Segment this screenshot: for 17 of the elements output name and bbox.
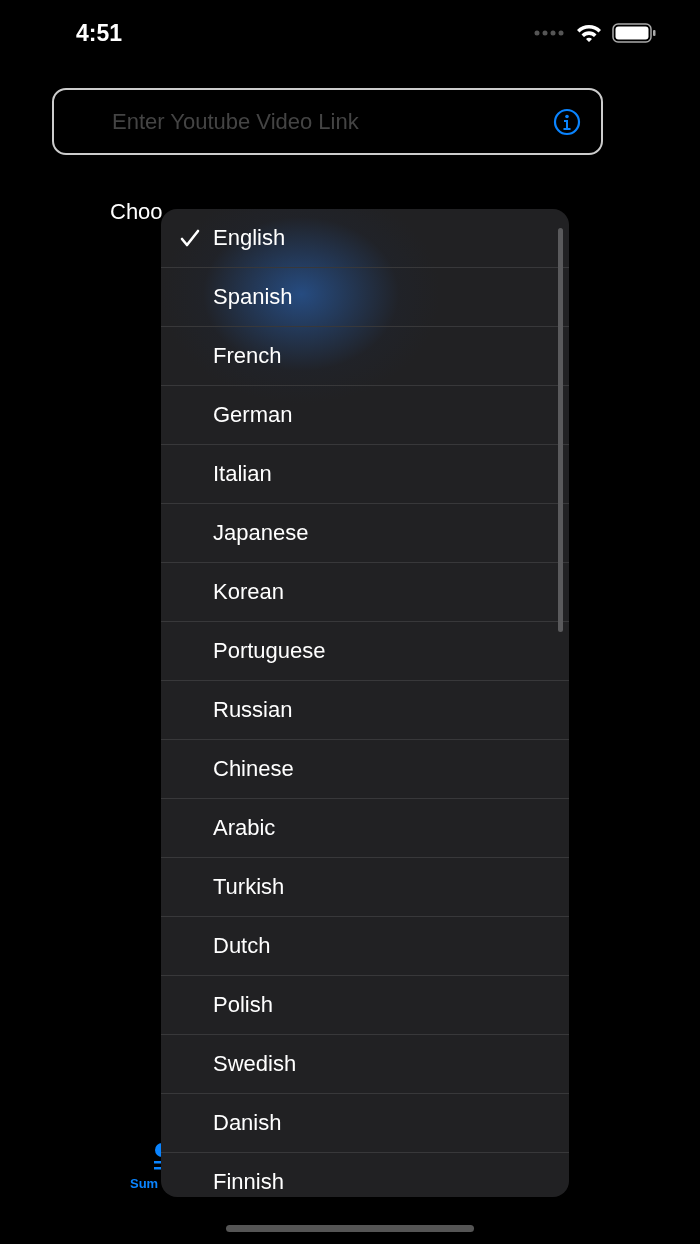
menu-item[interactable]: Finnish bbox=[161, 1153, 569, 1197]
menu-item[interactable]: Polish bbox=[161, 976, 569, 1035]
language-label: Choo bbox=[110, 199, 163, 224]
status-time: 4:51 bbox=[76, 19, 124, 47]
menu-item[interactable]: Russian bbox=[161, 681, 569, 740]
wifi-icon bbox=[576, 23, 602, 43]
menu-item[interactable]: Chinese bbox=[161, 740, 569, 799]
scrollbar[interactable] bbox=[558, 228, 563, 632]
battery-icon bbox=[612, 23, 656, 43]
menu-item[interactable]: Dutch bbox=[161, 917, 569, 976]
menu-item[interactable]: Turkish bbox=[161, 858, 569, 917]
menu-item[interactable]: Arabic bbox=[161, 799, 569, 858]
menu-item[interactable]: Swedish bbox=[161, 1035, 569, 1094]
menu-item[interactable]: Danish bbox=[161, 1094, 569, 1153]
video-link-field[interactable]: Enter Youtube Video Link bbox=[52, 88, 603, 155]
info-icon[interactable] bbox=[553, 108, 581, 136]
signal-icon bbox=[534, 30, 566, 36]
